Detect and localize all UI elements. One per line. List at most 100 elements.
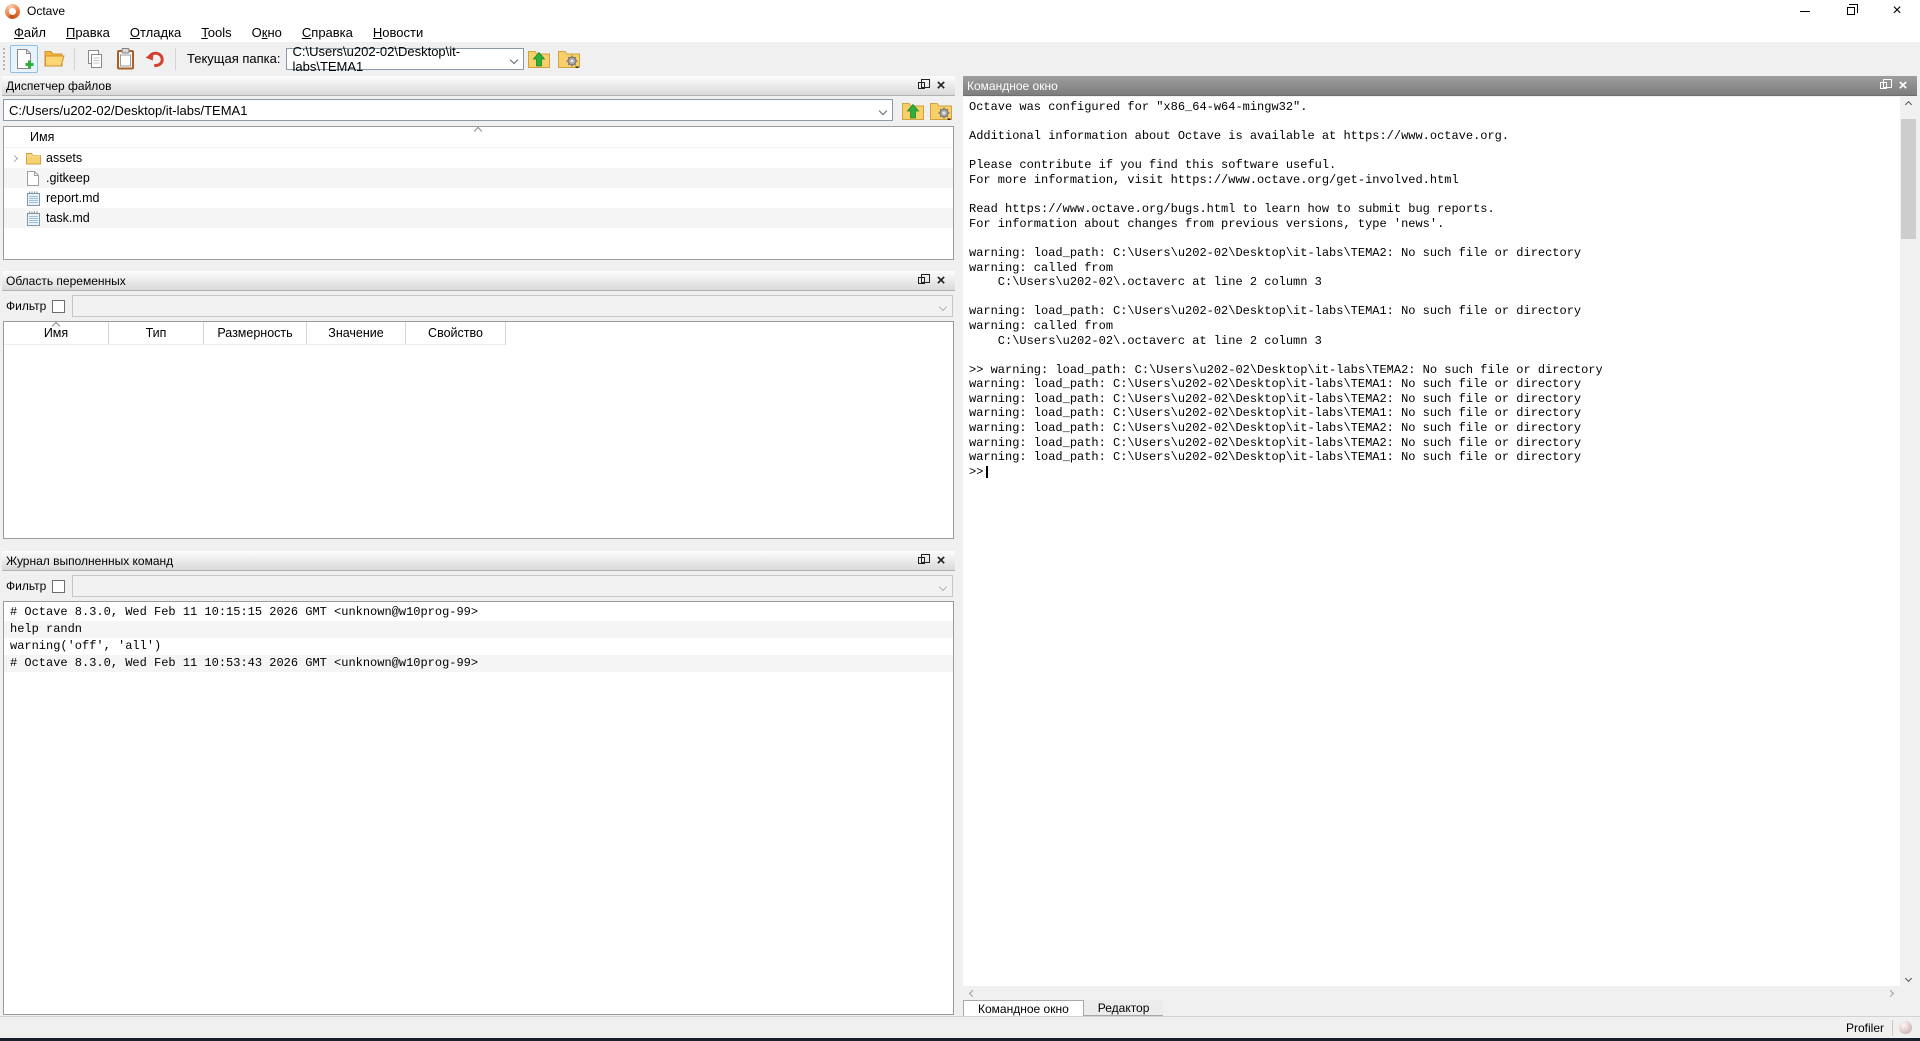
file-row-task.md[interactable]: task.md — [4, 208, 953, 228]
file-row-.gitkeep[interactable]: .gitkeep — [4, 168, 953, 188]
expand-chevron-icon[interactable] — [4, 156, 24, 161]
history-entry[interactable]: # Octave 8.3.0, Wed Feb 11 10:15:15 2026… — [4, 604, 953, 621]
workspace-column-header-1[interactable]: Тип — [109, 322, 204, 345]
menu-item-debug[interactable]: Отладка — [120, 24, 191, 41]
filter-label: Фильтр — [6, 299, 46, 313]
console-line: warning: load_path: C:\Users\u202-02\Des… — [969, 304, 1900, 319]
filter-checkbox[interactable] — [52, 300, 65, 313]
toolbar-grip[interactable] — [2, 47, 7, 71]
workspace-column-header-4[interactable]: Свойство — [406, 322, 506, 345]
minimize-button[interactable] — [1782, 0, 1828, 22]
file-row-report.md[interactable]: report.md — [4, 188, 953, 208]
chevron-down-icon — [1905, 975, 1912, 982]
restore-icon — [1847, 7, 1855, 15]
close-panel-button[interactable] — [1893, 78, 1913, 94]
tab-editor[interactable]: Редактор — [1084, 1000, 1164, 1016]
float-icon — [918, 557, 925, 564]
workspace-column-header-0[interactable]: Имя — [4, 322, 109, 345]
scroll-up-button[interactable] — [1900, 97, 1917, 112]
one-directory-up-button[interactable] — [525, 45, 553, 73]
float-icon — [918, 82, 925, 89]
workspace-table: ИмяТипРазмерностьЗначениеСвойство — [3, 321, 954, 539]
undo-button[interactable] — [141, 45, 169, 73]
undo-icon — [144, 49, 166, 69]
notepad-icon — [27, 211, 40, 226]
sort-ascending-icon — [473, 127, 481, 135]
close-panel-button[interactable] — [931, 78, 951, 94]
history-list: # Octave 8.3.0, Wed Feb 11 10:15:15 2026… — [3, 601, 954, 1015]
undock-button[interactable] — [1873, 78, 1893, 94]
file-row-assets[interactable]: assets — [4, 148, 953, 168]
filter-label: Фильтр — [6, 579, 46, 593]
console-line — [969, 348, 1900, 363]
open-file-button[interactable] — [40, 45, 68, 73]
file-browser-path-combobox[interactable]: C:/Users/u202-02/Desktop/it-labs/TEMA1 — [3, 99, 893, 121]
console-line: C:\Users\u202-02\.octaverc at line 2 col… — [969, 275, 1900, 290]
vertical-scrollbar[interactable] — [1900, 97, 1917, 986]
tab-label: Командное окно — [978, 1002, 1069, 1016]
command-window-header: Командное окно — [963, 76, 1917, 96]
workspace-column-header-3[interactable]: Значение — [307, 322, 406, 345]
close-panel-button[interactable] — [931, 553, 951, 569]
filter-combobox-disabled — [72, 295, 953, 317]
console-line: warning: load_path: C:\Users\u202-02\Des… — [969, 436, 1900, 451]
file-list-column-header[interactable]: Имя — [4, 127, 953, 148]
undock-button[interactable] — [911, 78, 931, 94]
browse-directories-button[interactable] — [555, 45, 583, 73]
horizontal-scrollbar[interactable] — [963, 986, 1900, 1001]
console-line: C:\Users\u202-02\.octaverc at line 2 col… — [969, 334, 1900, 349]
scroll-right-button[interactable] — [1883, 986, 1898, 1001]
undock-button[interactable] — [911, 553, 931, 569]
undock-button[interactable] — [911, 273, 931, 289]
restore-button[interactable] — [1828, 0, 1874, 22]
menu-item-window[interactable]: Окно — [242, 24, 292, 41]
close-button[interactable] — [1874, 0, 1920, 22]
command-window-title: Командное окно — [967, 79, 1058, 93]
current-folder-combobox[interactable]: C:\Users\u202-02\Desktop\it-labs\TEMA1 — [286, 48, 524, 70]
chevron-right-icon — [1887, 990, 1894, 997]
fb-actions-button[interactable] — [928, 98, 953, 123]
console-line: warning: load_path: C:\Users\u202-02\Des… — [969, 392, 1900, 407]
folder-actions-icon — [558, 50, 580, 68]
copy-button[interactable] — [81, 45, 109, 73]
console-line: warning: load_path: C:\Users\u202-02\Des… — [969, 450, 1900, 465]
folder-up-icon — [528, 50, 550, 68]
text-cursor — [986, 466, 988, 478]
fb-one-directory-up-button[interactable] — [900, 98, 925, 123]
prompt: >> — [969, 465, 983, 480]
bottom-tab-bar: Командное окно Редактор — [963, 1000, 1917, 1016]
file-name: task.md — [46, 211, 90, 225]
command-history-panel: Журнал выполненных команд Фильтр # Octav… — [2, 551, 955, 1016]
menu-item-news[interactable]: Новости — [363, 24, 433, 41]
console-line — [969, 290, 1900, 305]
workspace-column-header-2[interactable]: Размерность — [204, 322, 307, 345]
filter-combobox-disabled — [72, 575, 953, 597]
menu-bar: ФайлПравкаОтладкаToolsОкноСправкаНовости — [0, 22, 1920, 42]
console-line: warning: load_path: C:\Users\u202-02\Des… — [969, 377, 1900, 392]
console-line: warning: load_path: C:\Users\u202-02\Des… — [969, 421, 1900, 436]
toolbar-separator — [74, 48, 75, 70]
paste-button[interactable] — [111, 45, 139, 73]
new-script-button[interactable] — [10, 45, 38, 73]
command-window-panel: Командное окно Octave was configured for… — [963, 76, 1917, 1016]
filter-checkbox[interactable] — [52, 580, 65, 593]
scroll-left-button[interactable] — [965, 986, 980, 1001]
history-entry[interactable]: warning('off', 'all') — [4, 638, 953, 655]
history-entry[interactable]: help randn — [4, 621, 953, 638]
close-panel-button[interactable] — [931, 273, 951, 289]
scrollbar-thumb[interactable] — [1901, 119, 1916, 239]
menu-item-edit[interactable]: Правка — [56, 24, 120, 41]
menu-item-file[interactable]: Файл — [4, 24, 56, 41]
history-entry[interactable]: # Octave 8.3.0, Wed Feb 11 10:53:43 2026… — [4, 655, 953, 672]
profiler-label: Profiler — [1846, 1021, 1884, 1035]
scroll-down-button[interactable] — [1900, 971, 1917, 986]
menu-item-help[interactable]: Справка — [292, 24, 363, 41]
folder-actions-icon — [930, 102, 952, 120]
tab-command-window[interactable]: Командное окно — [963, 1000, 1084, 1016]
console-output[interactable]: Octave was configured for "x86_64-w64-mi… — [963, 97, 1900, 986]
menu-item-tools[interactable]: Tools — [191, 24, 241, 41]
file-name: .gitkeep — [46, 171, 90, 185]
history-title: Журнал выполненных команд — [6, 554, 173, 568]
console-line: warning: called from — [969, 261, 1900, 276]
open-folder-icon — [44, 50, 65, 67]
